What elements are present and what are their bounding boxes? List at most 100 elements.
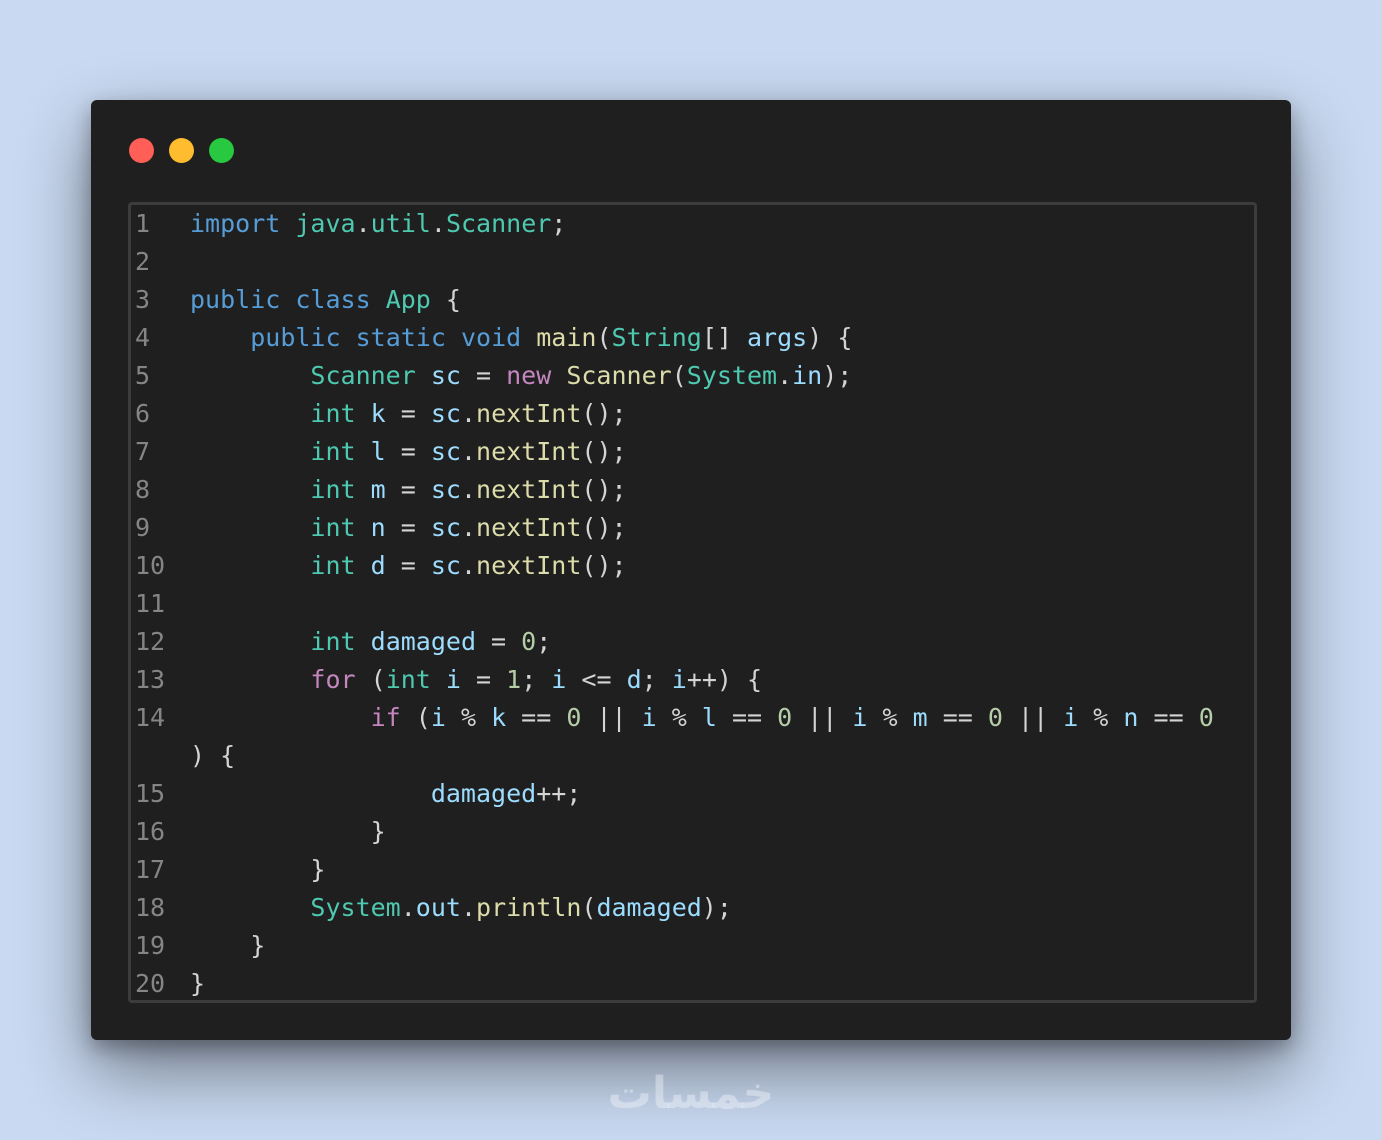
maximize-button[interactable] bbox=[209, 138, 234, 163]
code-token: [] bbox=[701, 323, 747, 352]
code-token: } bbox=[190, 817, 386, 846]
minimize-button[interactable] bbox=[169, 138, 194, 163]
code-token: ; bbox=[551, 209, 567, 238]
code-token: = bbox=[385, 513, 431, 542]
line-number: 5 bbox=[135, 361, 151, 390]
code-token: . bbox=[460, 399, 477, 428]
code-token: % bbox=[867, 703, 913, 732]
code-token: println bbox=[476, 893, 582, 922]
code-token: = bbox=[460, 665, 507, 694]
code-token: = bbox=[385, 399, 431, 428]
code-token: ++; bbox=[536, 779, 582, 808]
code-token: % bbox=[445, 703, 492, 732]
code-token: <= bbox=[566, 665, 627, 694]
code-token: ); bbox=[701, 893, 732, 922]
code-token: int bbox=[310, 513, 356, 542]
code-token: = bbox=[385, 475, 431, 504]
code-text: import java.util.Scanner; bbox=[186, 205, 566, 243]
line-number: 20 bbox=[135, 969, 166, 998]
code-token: d bbox=[370, 551, 386, 580]
code-line: 5 Scanner sc = new Scanner(System.in); bbox=[131, 357, 1254, 395]
code-token: if bbox=[370, 703, 401, 732]
code-token: } bbox=[190, 969, 206, 998]
code-token: == bbox=[506, 703, 567, 732]
code-token: 0 bbox=[566, 703, 582, 732]
code-token: args bbox=[747, 323, 808, 352]
code-token: m bbox=[912, 703, 928, 732]
line-number: 8 bbox=[135, 475, 151, 504]
code-text: } bbox=[186, 965, 206, 1000]
line-number: 9 bbox=[135, 513, 151, 542]
code-line: 6 int k = sc.nextInt(); bbox=[131, 395, 1254, 433]
line-number: 3 bbox=[135, 285, 151, 314]
code-token: for bbox=[310, 665, 356, 694]
code-token: System bbox=[686, 361, 778, 390]
code-token: 0 bbox=[987, 703, 1003, 732]
code-text: if (i % k == 0 || i % l == 0 || i % m ==… bbox=[186, 699, 1214, 737]
code-token: App bbox=[385, 285, 431, 314]
code-token: util bbox=[370, 209, 431, 238]
code-token: damaged bbox=[596, 893, 702, 922]
code-line: 8 int m = sc.nextInt(); bbox=[131, 471, 1254, 509]
code-token: ( bbox=[671, 361, 687, 390]
code-text: } bbox=[186, 851, 325, 889]
code-token: nextInt bbox=[476, 399, 582, 428]
code-text: public static void main(String[] args) { bbox=[186, 319, 852, 357]
code-text: int l = sc.nextInt(); bbox=[186, 433, 626, 471]
code-line: 12 int damaged = 0; bbox=[131, 623, 1254, 661]
code-token: void bbox=[460, 323, 522, 352]
code-line: 15 damaged++; bbox=[131, 775, 1254, 813]
code-line: 7 int l = sc.nextInt(); bbox=[131, 433, 1254, 471]
code-text: int m = sc.nextInt(); bbox=[186, 471, 626, 509]
code-text: ) { bbox=[186, 737, 235, 775]
code-token: nextInt bbox=[476, 437, 582, 466]
code-line: 19 } bbox=[131, 927, 1254, 965]
code-token: = bbox=[476, 627, 522, 656]
code-token: k bbox=[370, 399, 386, 428]
line-number: 6 bbox=[135, 399, 151, 428]
code-token: n bbox=[1123, 703, 1139, 732]
code-token: System bbox=[310, 893, 401, 922]
code-line: 3 public class App { bbox=[131, 281, 1254, 319]
code-line: 14 if (i % k == 0 || i % l == 0 || i % m… bbox=[131, 699, 1254, 737]
code-token: main bbox=[536, 323, 597, 352]
code-token: int bbox=[385, 665, 431, 694]
code-text: damaged++; bbox=[186, 775, 582, 813]
code-token: . bbox=[400, 893, 416, 922]
close-button[interactable] bbox=[129, 138, 154, 163]
line-number: 2 bbox=[135, 247, 151, 276]
line-number: 18 bbox=[135, 893, 166, 922]
code-text: int d = sc.nextInt(); bbox=[186, 547, 627, 585]
code-token: (); bbox=[581, 551, 627, 580]
code-token: i bbox=[641, 703, 657, 732]
code-token: ; bbox=[641, 665, 672, 694]
line-number: 14 bbox=[135, 703, 166, 732]
code-line: ) { bbox=[131, 737, 1254, 775]
code-token: new bbox=[506, 361, 552, 390]
code-token: l bbox=[701, 703, 717, 732]
code-token: == bbox=[716, 703, 778, 732]
code-token: ( bbox=[581, 893, 597, 922]
code-token: . bbox=[460, 475, 477, 504]
code-token: . bbox=[355, 209, 371, 238]
code-token: int bbox=[310, 551, 356, 580]
code-token: k bbox=[491, 703, 507, 732]
code-text: int damaged = 0; bbox=[186, 623, 551, 661]
code-token: . bbox=[460, 513, 477, 542]
code-token: % bbox=[1078, 703, 1124, 732]
code-token: class bbox=[295, 285, 371, 314]
code-token: } bbox=[190, 931, 266, 960]
